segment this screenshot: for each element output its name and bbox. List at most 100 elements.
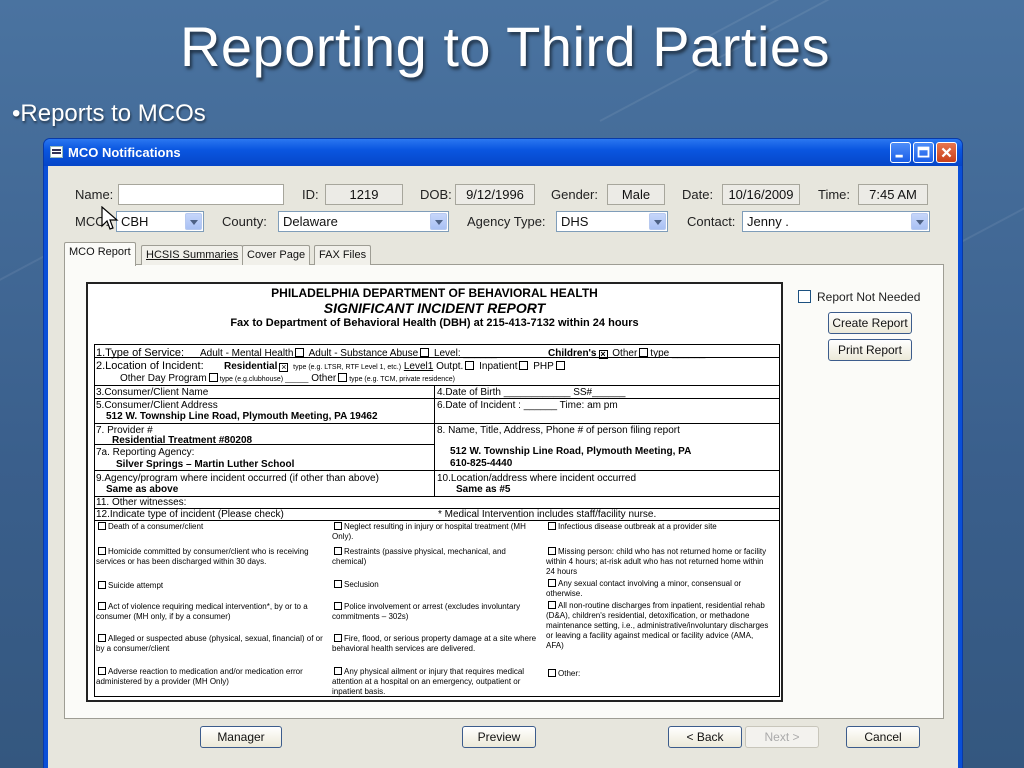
agency-program-value: Same as above	[106, 484, 179, 495]
incident-option[interactable]: Infectious disease outbreak at a provide…	[546, 522, 772, 532]
incident-option[interactable]: Other:	[546, 669, 772, 679]
incident-option[interactable]: Police involvement or arrest (excludes i…	[332, 602, 540, 622]
contact-select-value: Jenny .	[747, 214, 789, 229]
agency-type-select-value: DHS	[561, 214, 589, 229]
maximize-button[interactable]	[913, 142, 934, 163]
time-label: Time:	[818, 187, 851, 202]
incident-option[interactable]: Act of violence requiring medical interv…	[96, 602, 324, 622]
filer-address: 512 W. Township Line Road, Plymouth Meet…	[450, 446, 692, 457]
agency-program-label: 9.Agency/program where incident occurred…	[96, 473, 379, 484]
client-address-label: 5.Consumer/Client Address	[96, 400, 218, 411]
next-button[interactable]: Next >	[745, 726, 819, 748]
filer-phone: 610-825-4440	[450, 458, 513, 469]
manager-button[interactable]: Manager	[200, 726, 282, 748]
dob-label: DOB:	[420, 187, 452, 202]
tab-mco-report[interactable]: MCO Report	[64, 242, 136, 266]
minimize-icon	[895, 154, 903, 158]
incident-option[interactable]: Alleged or suspected abuse (physical, se…	[96, 634, 324, 654]
incident-option[interactable]: Death of a consumer/client	[96, 522, 324, 532]
chevron-down-icon[interactable]	[430, 213, 447, 230]
incident-option[interactable]: Any sexual contact involving a minor, co…	[546, 579, 772, 599]
time-field[interactable]: 7:45 AM	[858, 184, 928, 205]
create-report-button[interactable]: Create Report	[828, 312, 912, 334]
mco-select-value: CBH	[121, 214, 149, 229]
gender-label: Gender:	[551, 187, 598, 202]
divider	[94, 344, 95, 696]
incident-location-label: 10.Location/address where incident occur…	[437, 473, 637, 484]
dob-field[interactable]: 9/12/1996	[455, 184, 535, 205]
agency-type-select[interactable]: DHS	[556, 211, 668, 232]
mouse-cursor-icon	[101, 206, 119, 230]
location-label: 2.Location of Incident:	[96, 360, 204, 372]
incident-option[interactable]: Restraints (passive physical, mechanical…	[332, 547, 540, 567]
document-department: PHILADELPHIA DEPARTMENT OF BEHAVIORAL HE…	[271, 286, 598, 300]
client-name-label: 3.Consumer/Client Name	[96, 387, 209, 398]
tab-cover-page[interactable]: Cover Page	[242, 245, 311, 265]
dob-ss-label: 4.Date of Birth ____________ SS#______	[437, 387, 626, 398]
incident-location-value: Same as #5	[456, 484, 511, 495]
name-label: Name:	[75, 187, 114, 202]
form-icon	[50, 146, 63, 158]
tab-label: Cover Page	[247, 249, 306, 261]
close-button[interactable]	[936, 142, 957, 163]
divider	[94, 423, 780, 424]
incident-option[interactable]: Fire, flood, or serious property damage …	[332, 634, 540, 654]
tab-fax-files[interactable]: FAX Files	[314, 245, 372, 265]
client-address-value: 512 W. Township Line Road, Plymouth Meet…	[106, 411, 378, 422]
window-titlebar[interactable]: MCO Notifications	[44, 139, 962, 166]
county-label: County:	[222, 214, 267, 229]
service-type-label: 1.Type of Service:	[96, 347, 185, 359]
incident-option[interactable]: Seclusion	[332, 580, 540, 590]
print-report-button[interactable]: Print Report	[828, 339, 912, 361]
id-label: ID:	[302, 187, 319, 202]
filer-label: 8. Name, Title, Address, Phone # of pers…	[437, 425, 680, 436]
maximize-icon	[917, 146, 930, 158]
location-options: Residential × type (e.g. LTSR, RTF Level …	[224, 361, 567, 372]
tab-hcsis-summaries[interactable]: HCSIS Summaries	[141, 245, 244, 265]
incident-option[interactable]: Any physical ailment or injury that requ…	[332, 667, 540, 697]
reporting-agency-value: Silver Springs – Martin Luther School	[116, 459, 295, 470]
service-option-children: Children's × Other type ______	[548, 348, 706, 359]
tab-label: HCSIS Summaries	[146, 249, 239, 261]
provider-value: Residential Treatment #80208	[112, 435, 253, 446]
slide-title: Reporting to Third Parties	[179, 15, 831, 78]
agency-type-label: Agency Type:	[467, 214, 546, 229]
date-label: Date:	[682, 187, 714, 202]
incident-report-document[interactable]: PHILADELPHIA DEPARTMENT OF BEHAVIORAL HE…	[86, 282, 783, 702]
report-not-needed-label: Report Not Needed	[817, 290, 921, 304]
incident-option[interactable]: Adverse reaction to medication and/or me…	[96, 667, 324, 687]
name-field[interactable]	[118, 184, 284, 205]
cancel-button[interactable]: Cancel	[846, 726, 920, 748]
incident-option[interactable]: Suicide attempt	[96, 581, 324, 591]
close-icon	[941, 147, 952, 158]
incident-option[interactable]: Neglect resulting in injury or hospital …	[332, 522, 540, 542]
divider	[94, 520, 780, 521]
preview-button[interactable]: Preview	[462, 726, 536, 748]
incident-date-label: 6.Date of Incident : ______ Time: am pm	[437, 400, 618, 411]
contact-label: Contact:	[687, 214, 736, 229]
divider	[94, 398, 780, 399]
tab-label: FAX Files	[319, 249, 367, 261]
chevron-down-icon[interactable]	[185, 213, 202, 230]
divider	[434, 385, 435, 496]
gender-field[interactable]: Male	[607, 184, 665, 205]
contact-select[interactable]: Jenny .	[742, 211, 930, 232]
service-option: Adult - Mental Health Adult - Substance …	[200, 348, 497, 359]
report-not-needed-checkbox[interactable]	[798, 290, 811, 303]
divider	[94, 344, 780, 345]
date-field[interactable]: 10/16/2009	[722, 184, 800, 205]
tab-label: MCO Report	[69, 246, 131, 258]
incident-option[interactable]: All non-routine discharges from inpatien…	[546, 601, 772, 651]
incident-option[interactable]: Homicide committed by consumer/client wh…	[96, 547, 324, 567]
id-field[interactable]: 1219	[325, 184, 403, 205]
window-title: MCO Notifications	[68, 145, 181, 160]
county-select[interactable]: Delaware	[278, 211, 449, 232]
minimize-button[interactable]	[890, 142, 911, 163]
chevron-down-icon[interactable]	[911, 213, 928, 230]
medical-note: * Medical Intervention includes staff/fa…	[438, 509, 657, 520]
chevron-down-icon[interactable]	[649, 213, 666, 230]
incident-option[interactable]: Missing person: child who has not return…	[546, 547, 772, 577]
mco-select[interactable]: CBH	[116, 211, 204, 232]
county-select-value: Delaware	[283, 214, 338, 229]
back-button[interactable]: < Back	[668, 726, 742, 748]
